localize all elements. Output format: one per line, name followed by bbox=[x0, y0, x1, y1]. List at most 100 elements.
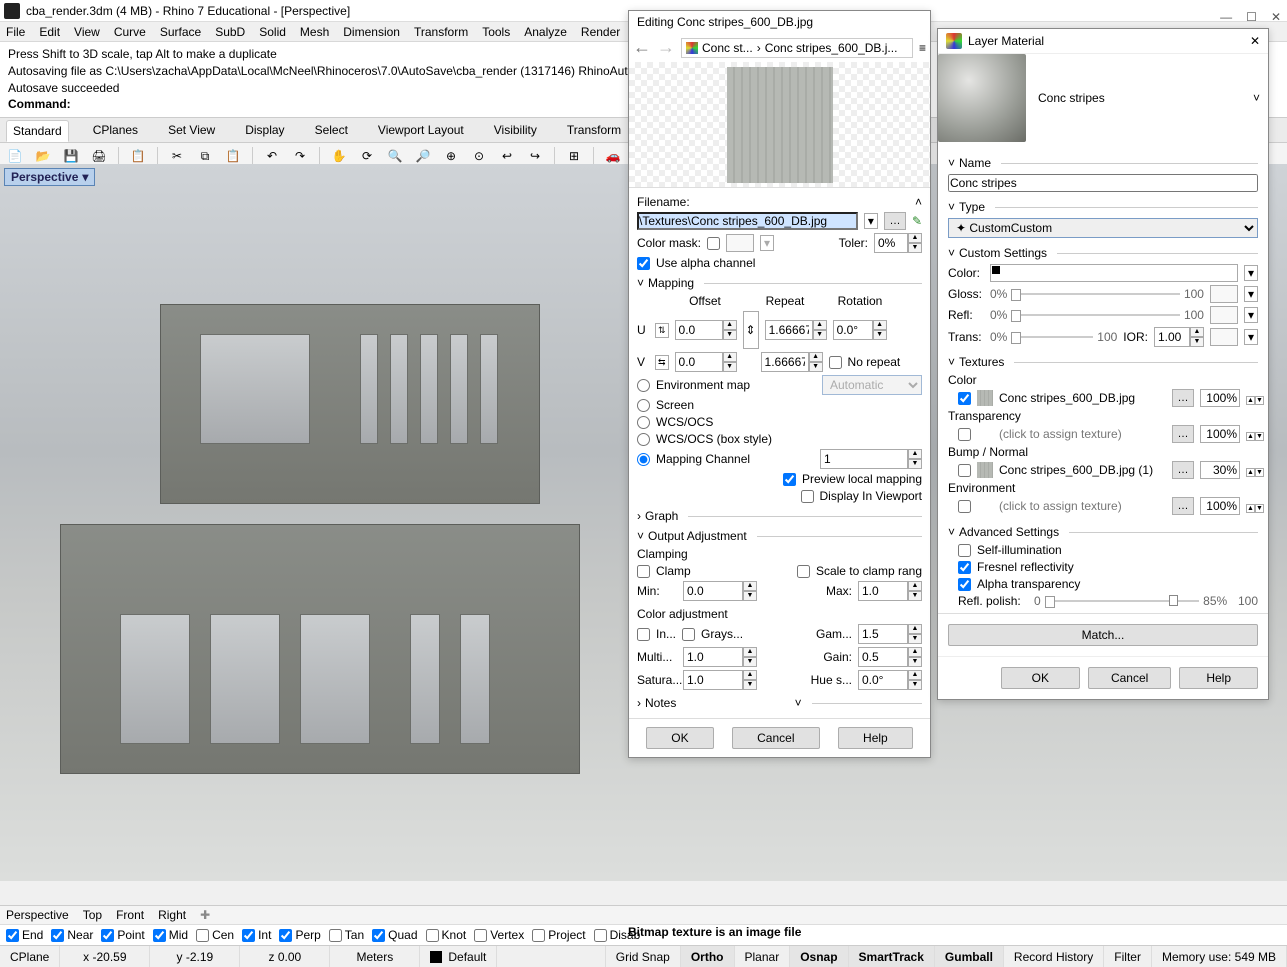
osnap-perp[interactable]: Perp bbox=[279, 928, 320, 942]
repeat-u-input[interactable] bbox=[765, 320, 813, 340]
tex-bump-pct[interactable] bbox=[1200, 461, 1240, 479]
osnap-vertex-checkbox[interactable] bbox=[474, 929, 487, 942]
status-cplane[interactable]: CPlane bbox=[0, 946, 60, 967]
dropdown-icon[interactable]: ▾ bbox=[1244, 286, 1258, 302]
toolbar-tab-setview[interactable]: Set View bbox=[162, 120, 221, 142]
tex-bump-name[interactable]: Conc stripes_600_DB.jpg (1) bbox=[999, 463, 1166, 477]
osnap-tan-checkbox[interactable] bbox=[329, 929, 342, 942]
menu-tools[interactable]: Tools bbox=[482, 25, 510, 39]
viewtab-top[interactable]: Top bbox=[83, 908, 102, 922]
osnap-knot[interactable]: Knot bbox=[426, 928, 467, 942]
tex-trans-enable[interactable] bbox=[958, 428, 971, 441]
tex-bump-browse[interactable]: … bbox=[1172, 461, 1194, 479]
menu-icon[interactable]: ≡ bbox=[919, 41, 926, 55]
toolbar-tab-display[interactable]: Display bbox=[239, 120, 290, 142]
chevron-right-icon[interactable]: › bbox=[637, 509, 641, 523]
osnap-mid-checkbox[interactable] bbox=[153, 929, 166, 942]
link-icon[interactable]: ⇕ bbox=[743, 311, 759, 349]
chevron-down-icon[interactable]: ˅ bbox=[948, 355, 955, 369]
saturation-input[interactable] bbox=[683, 670, 743, 690]
use-alpha-checkbox[interactable] bbox=[637, 257, 650, 270]
norepeat-checkbox[interactable] bbox=[829, 356, 842, 369]
wcsbox-radio[interactable] bbox=[637, 433, 650, 446]
clamp-checkbox[interactable] bbox=[637, 565, 650, 578]
osnap-project[interactable]: Project bbox=[532, 928, 585, 942]
chevron-down-icon[interactable]: ˅ bbox=[637, 529, 644, 543]
mapping-channel-radio[interactable] bbox=[637, 453, 650, 466]
cancel-button[interactable]: Cancel bbox=[732, 727, 819, 749]
chevron-down-icon[interactable]: ˅ bbox=[948, 525, 955, 539]
add-viewtab-icon[interactable]: ✚ bbox=[200, 908, 210, 922]
refl-swatch[interactable] bbox=[1210, 306, 1238, 324]
tex-env-name[interactable]: (click to assign texture) bbox=[999, 499, 1166, 513]
trans-swatch[interactable] bbox=[1210, 328, 1238, 346]
menu-dimension[interactable]: Dimension bbox=[343, 25, 400, 39]
material-name-input[interactable] bbox=[948, 174, 1258, 192]
max-input[interactable] bbox=[858, 581, 908, 601]
preview-local-checkbox[interactable] bbox=[783, 473, 796, 486]
forward-icon[interactable]: → bbox=[657, 37, 675, 58]
dropdown-icon[interactable]: ▾ bbox=[1244, 329, 1258, 345]
tex-color-enable[interactable] bbox=[958, 392, 971, 405]
offset-v-input[interactable] bbox=[675, 352, 723, 372]
dropdown-icon[interactable]: ▾ bbox=[760, 235, 774, 251]
colormask-checkbox[interactable] bbox=[707, 237, 720, 250]
mapping-channel-input[interactable] bbox=[820, 449, 908, 469]
osnap-int[interactable]: Int bbox=[242, 928, 271, 942]
tex-color-browse[interactable]: … bbox=[1172, 389, 1194, 407]
fresnel-checkbox[interactable] bbox=[958, 561, 971, 574]
dropdown-icon[interactable]: ▾ bbox=[1244, 265, 1258, 281]
window-maximize[interactable]: ☐ bbox=[1246, 10, 1257, 24]
invert-checkbox[interactable] bbox=[637, 628, 650, 641]
osnap-quad[interactable]: Quad bbox=[372, 928, 417, 942]
min-input[interactable] bbox=[683, 581, 743, 601]
chevron-down-icon[interactable]: ▾ bbox=[82, 170, 88, 184]
edit-pencil-icon[interactable]: ✎ bbox=[912, 214, 922, 228]
match-button[interactable]: Match... bbox=[948, 624, 1258, 646]
osnap-perp-checkbox[interactable] bbox=[279, 929, 292, 942]
status-ortho[interactable]: Ortho bbox=[681, 946, 735, 967]
colormask-swatch[interactable] bbox=[726, 234, 754, 252]
osnap-int-checkbox[interactable] bbox=[242, 929, 255, 942]
collapse-icon[interactable]: ˄ bbox=[915, 195, 922, 209]
tolerance-input[interactable] bbox=[874, 233, 908, 253]
toolbar-tab-visibility[interactable]: Visibility bbox=[488, 120, 543, 142]
menu-solid[interactable]: Solid bbox=[259, 25, 286, 39]
help-button[interactable]: Help bbox=[1179, 667, 1258, 689]
osnap-point-checkbox[interactable] bbox=[101, 929, 114, 942]
ior-input[interactable] bbox=[1154, 327, 1190, 347]
hue-input[interactable] bbox=[858, 670, 908, 690]
multiplier-input[interactable] bbox=[683, 647, 743, 667]
tex-env-pct[interactable] bbox=[1200, 497, 1240, 515]
toolbar-tab-standard[interactable]: Standard bbox=[6, 120, 69, 142]
toolbar-tab-cplanes[interactable]: CPlanes bbox=[87, 120, 144, 142]
osnap-cen[interactable]: Cen bbox=[196, 928, 234, 942]
osnap-point[interactable]: Point bbox=[101, 928, 144, 942]
back-icon[interactable]: ← bbox=[633, 37, 651, 58]
menu-view[interactable]: View bbox=[74, 25, 100, 39]
menu-analyze[interactable]: Analyze bbox=[524, 25, 567, 39]
osnap-knot-checkbox[interactable] bbox=[426, 929, 439, 942]
material-name-display[interactable]: Conc stripes bbox=[1038, 91, 1241, 105]
help-button[interactable]: Help bbox=[838, 727, 913, 749]
status-layer[interactable]: Default bbox=[420, 946, 497, 967]
tex-bump-enable[interactable] bbox=[958, 464, 971, 477]
grayscale-checkbox[interactable] bbox=[682, 628, 695, 641]
osnap-near-checkbox[interactable] bbox=[51, 929, 64, 942]
display-vp-checkbox[interactable] bbox=[801, 490, 814, 503]
chevron-down-icon[interactable]: ˅ bbox=[948, 156, 955, 170]
tex-trans-browse[interactable]: … bbox=[1172, 425, 1194, 443]
breadcrumb[interactable]: Conc st... › Conc stripes_600_DB.j... bbox=[681, 38, 913, 58]
chevron-down-icon[interactable]: ˅ bbox=[1253, 91, 1260, 105]
menu-surface[interactable]: Surface bbox=[160, 25, 201, 39]
toolbar-tab-transform[interactable]: Transform bbox=[561, 120, 627, 142]
close-icon[interactable]: ✕ bbox=[1250, 34, 1260, 48]
cancel-button[interactable]: Cancel bbox=[1088, 667, 1171, 689]
status-units[interactable]: Meters bbox=[330, 946, 420, 967]
filename-input[interactable] bbox=[637, 212, 858, 230]
status-smarttrack[interactable]: SmartTrack bbox=[849, 946, 935, 967]
collapse-icon[interactable]: ˅ bbox=[795, 696, 802, 710]
viewtab-perspective[interactable]: Perspective bbox=[6, 908, 69, 922]
status-gumball[interactable]: Gumball bbox=[935, 946, 1004, 967]
color-swatch[interactable] bbox=[990, 264, 1238, 282]
